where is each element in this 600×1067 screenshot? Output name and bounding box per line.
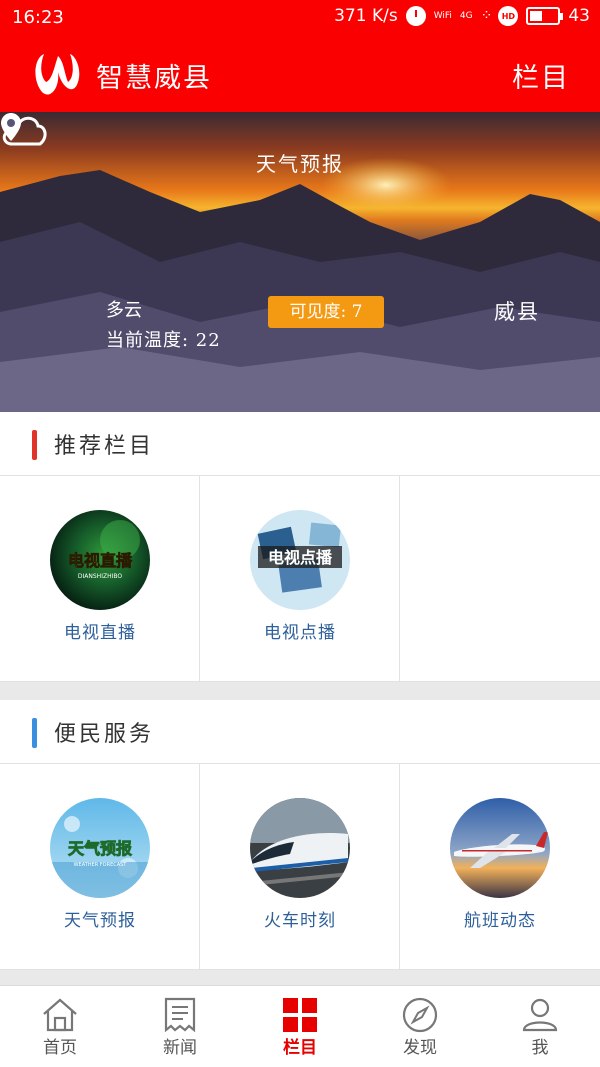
location-name: 威县 xyxy=(494,300,540,324)
thumb-text: 天气预报 xyxy=(68,839,132,858)
tab-label: 我 xyxy=(531,1038,549,1058)
train-icon xyxy=(250,798,350,898)
thumb-subtext: DIANSHIZHIBO xyxy=(78,573,122,580)
tile-label: 电视直播 xyxy=(64,623,136,643)
tile-train-schedule[interactable]: 火车时刻 xyxy=(200,764,400,970)
section-title: 便民服务 xyxy=(54,722,155,747)
visibility-badge: 可见度: 7 xyxy=(268,296,384,328)
weather-banner[interactable]: 天气预报 多云 当前温度: 22 可见度: 7 威县 xyxy=(0,112,600,412)
app-header: 智慧威县 栏目 xyxy=(0,36,600,112)
tile-label: 天气预报 xyxy=(64,911,136,931)
column-menu-button[interactable]: 栏目 xyxy=(512,56,570,95)
section-accent-bar xyxy=(32,430,37,460)
weather-condition: 多云 xyxy=(106,300,142,321)
status-bar: 16:23 371 K/s WiFi 4G ⁘ HD 43 xyxy=(0,0,600,36)
tab-news[interactable]: 新闻 xyxy=(120,986,240,1067)
recommended-section: 推荐栏目 电视直播 DIANSHIZHIBO 电视直播 电视点播 电视点播 xyxy=(0,412,600,682)
tile-tv-ondemand[interactable]: 电视点播 电视点播 xyxy=(200,476,400,682)
tv-live-icon: 电视直播 DIANSHIZHIBO xyxy=(50,510,150,610)
tile-label: 火车时刻 xyxy=(264,911,336,931)
tab-columns[interactable]: 栏目 xyxy=(240,986,360,1067)
signal-4g-icon: 4G xyxy=(459,11,473,21)
app-logo-icon xyxy=(35,54,80,95)
location-pin-icon xyxy=(1,113,21,141)
tile-flight-status[interactable]: 航班动态 xyxy=(400,764,600,970)
thumb-subtext: WEATHER FORECAST xyxy=(74,862,128,868)
grid-icon xyxy=(283,998,317,1032)
tab-home[interactable]: 首页 xyxy=(0,986,120,1067)
network-speed: 371 K/s xyxy=(334,6,398,26)
tile-empty xyxy=(400,476,600,682)
weather-title: 天气预报 xyxy=(256,152,344,176)
app-title: 智慧威县 xyxy=(96,63,212,94)
status-time: 16:23 xyxy=(12,7,64,28)
alarm-icon xyxy=(405,6,426,26)
airplane-icon xyxy=(450,798,550,898)
tile-tv-live[interactable]: 电视直播 DIANSHIZHIBO 电视直播 xyxy=(0,476,200,682)
compass-icon xyxy=(402,997,438,1033)
tab-label: 发现 xyxy=(403,1038,437,1058)
tab-label: 首页 xyxy=(43,1038,77,1058)
section-title: 推荐栏目 xyxy=(54,434,155,459)
home-icon xyxy=(43,998,77,1032)
top-bar: 16:23 371 K/s WiFi 4G ⁘ HD 43 智慧威县 栏目 xyxy=(0,0,600,112)
tv-ondemand-icon: 电视点播 xyxy=(250,510,350,610)
tab-label: 新闻 xyxy=(163,1038,197,1058)
section-accent-bar xyxy=(32,718,37,748)
news-icon xyxy=(164,997,196,1033)
tab-label: 栏目 xyxy=(283,1038,317,1058)
tile-label: 航班动态 xyxy=(464,911,536,931)
section-header: 推荐栏目 xyxy=(0,412,600,476)
thumb-text: 电视直播 xyxy=(68,551,133,570)
hd-icon: HD xyxy=(498,6,519,26)
tab-discover[interactable]: 发现 xyxy=(360,986,480,1067)
battery-level: 43 xyxy=(568,6,590,26)
bottom-tab-bar: 首页 新闻 栏目 发现 我 xyxy=(0,985,600,1067)
user-icon xyxy=(522,998,558,1032)
services-section: 便民服务 天气预报 WEATHER FORECAST 天气预报 火车时刻 航班动… xyxy=(0,700,600,970)
thumb-text: 电视点播 xyxy=(268,548,333,567)
battery-icon xyxy=(526,7,564,25)
tile-label: 电视点播 xyxy=(264,623,336,643)
tab-me[interactable]: 我 xyxy=(480,986,600,1067)
wifi-icon: WiFi xyxy=(433,11,452,21)
section-header: 便民服务 xyxy=(0,700,600,764)
tile-weather-forecast[interactable]: 天气预报 WEATHER FORECAST 天气预报 xyxy=(0,764,200,970)
signal-dots-icon: ⁘ xyxy=(480,8,493,24)
current-temperature: 当前温度: 22 xyxy=(106,330,221,351)
weather-forecast-icon: 天气预报 WEATHER FORECAST xyxy=(50,798,150,898)
